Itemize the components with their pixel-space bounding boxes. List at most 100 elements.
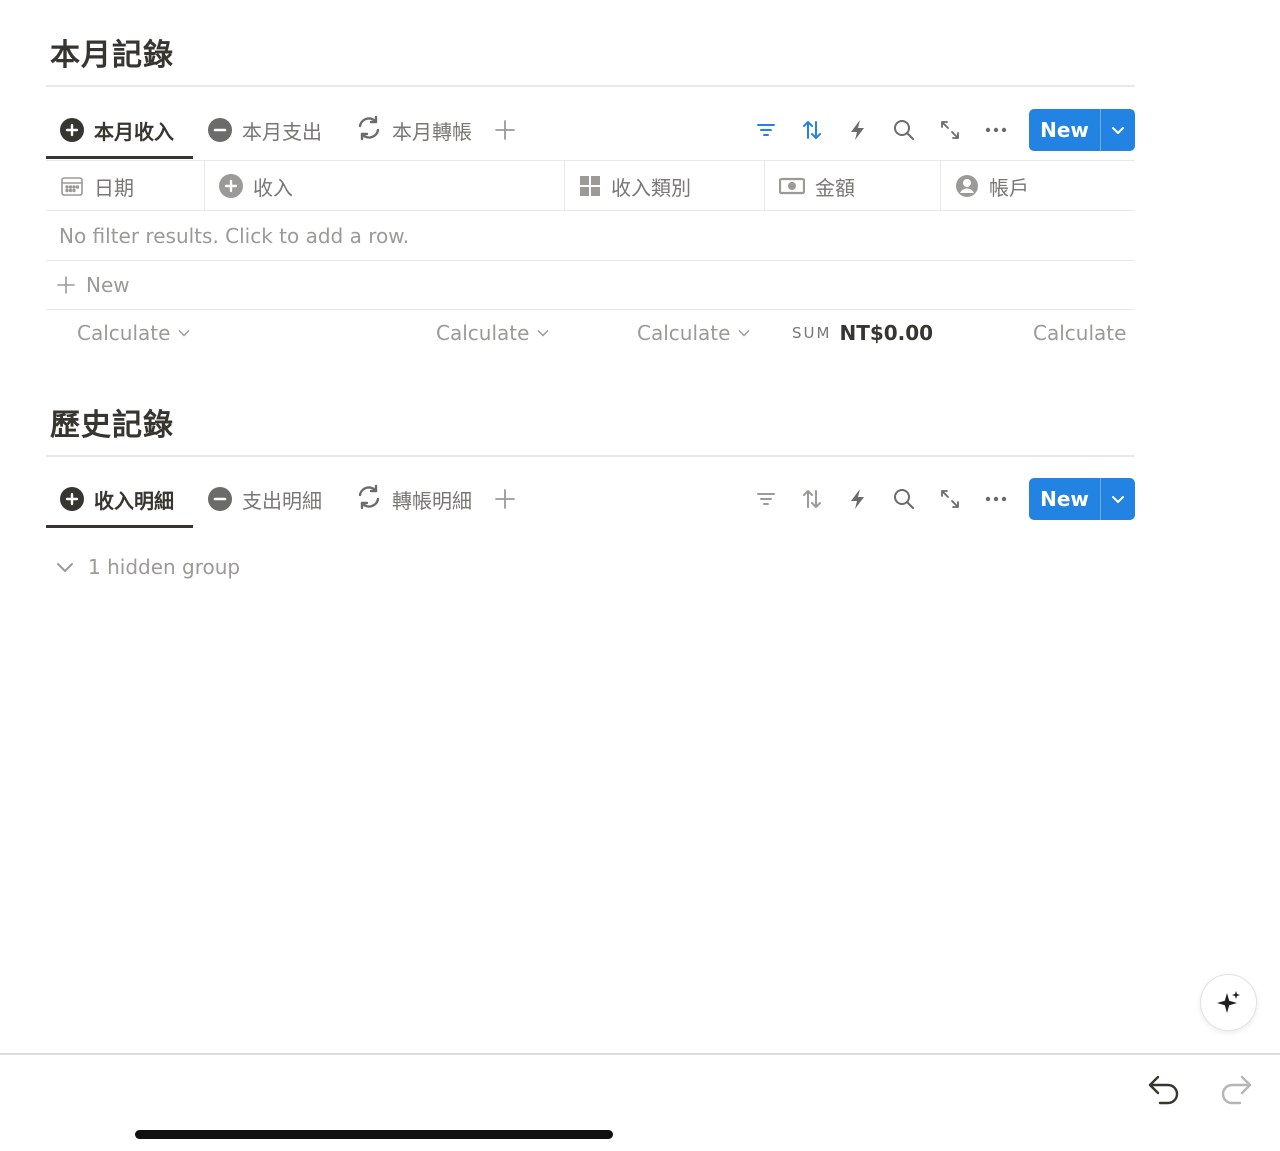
chevron-down-icon [738, 329, 750, 337]
calculate-amount-sum[interactable]: SUM NT$0.00 [792, 321, 933, 345]
new-button-label[interactable]: New [1029, 109, 1101, 151]
tab-label: 本月支出 [242, 119, 322, 144]
redo-button[interactable] [1216, 1070, 1256, 1110]
filter-button[interactable] [743, 479, 789, 519]
plus-circle-icon [219, 174, 243, 198]
redo-icon [1221, 1075, 1252, 1105]
filter-button[interactable] [743, 110, 789, 150]
toolbar-history: New [743, 470, 1135, 528]
minus-circle-icon [208, 118, 232, 142]
sparkle-icon [1216, 990, 1240, 1013]
ai-assistant-button[interactable] [1200, 974, 1257, 1031]
calculate-label: Calculate [77, 321, 171, 345]
add-view-button[interactable] [494, 101, 516, 159]
tab-monthly-expense[interactable]: 本月支出 [194, 101, 336, 159]
chevron-down-icon [178, 329, 190, 337]
refresh-icon [356, 115, 382, 146]
sort-icon [803, 121, 821, 139]
more-icon [985, 127, 1007, 133]
header-divider [46, 210, 1135, 211]
new-record-button[interactable]: New [1029, 109, 1135, 151]
more-icon [985, 496, 1007, 502]
column-label: 收入類別 [611, 175, 691, 200]
plus-circle-icon [60, 118, 84, 142]
bottom-toolbar-divider [0, 1053, 1280, 1055]
calculate-label: Calculate [1033, 321, 1127, 345]
add-view-button[interactable] [494, 470, 516, 528]
chevron-down-icon [537, 329, 549, 337]
column-label: 金額 [815, 175, 855, 200]
tab-label: 轉帳明細 [392, 488, 472, 513]
calculate-label: Calculate [436, 321, 530, 345]
sum-value: NT$0.00 [839, 321, 934, 345]
undo-button[interactable] [1144, 1070, 1184, 1110]
money-icon [779, 177, 805, 195]
new-record-button[interactable]: New [1029, 478, 1135, 520]
chevron-down-icon [1112, 127, 1124, 134]
section-title-history: 歷史記錄 [50, 408, 174, 443]
grid-icon [580, 176, 600, 196]
plus-icon [57, 276, 75, 294]
automation-button[interactable] [835, 110, 881, 150]
new-button-dropdown[interactable] [1101, 478, 1135, 520]
section-divider [46, 455, 1135, 457]
column-label: 收入 [253, 175, 293, 200]
calculate-date[interactable]: Calculate [77, 321, 190, 345]
tab-monthly-income[interactable]: 本月收入 [46, 101, 193, 159]
filter-icon [757, 124, 775, 136]
expand-button[interactable] [927, 479, 973, 519]
chevron-down-icon [57, 563, 73, 572]
expand-button[interactable] [927, 110, 973, 150]
section-divider [46, 85, 1135, 87]
home-indicator [135, 1130, 613, 1139]
more-button[interactable] [973, 110, 1019, 150]
section-title-current: 本月記錄 [50, 38, 174, 73]
sort-button[interactable] [789, 110, 835, 150]
search-icon [894, 120, 914, 140]
tab-label: 本月收入 [94, 119, 174, 144]
sort-icon [803, 490, 821, 508]
expand-icon [941, 121, 959, 139]
calculate-category[interactable]: Calculate [637, 321, 750, 345]
search-button[interactable] [881, 479, 927, 519]
column-label: 帳戶 [989, 175, 1029, 200]
sort-button[interactable] [789, 479, 835, 519]
automation-button[interactable] [835, 479, 881, 519]
new-button-dropdown[interactable] [1101, 109, 1135, 151]
empty-results-message[interactable]: No filter results. Click to add a row. [59, 224, 409, 248]
new-button-label[interactable]: New [1029, 478, 1101, 520]
person-icon [956, 175, 978, 197]
lightning-icon [851, 489, 864, 509]
search-icon [894, 489, 914, 509]
refresh-icon [356, 484, 382, 515]
calculate-income[interactable]: Calculate [436, 321, 549, 345]
plus-icon [495, 120, 515, 140]
calculate-account[interactable]: Calculate [1033, 321, 1126, 345]
column-header-amount[interactable]: 金額 [765, 161, 941, 211]
tab-transfer-detail[interactable]: 轉帳明細 [342, 470, 486, 528]
tab-monthly-transfer[interactable]: 本月轉帳 [342, 101, 486, 159]
tab-label: 收入明細 [94, 488, 174, 513]
column-label: 日期 [94, 175, 134, 200]
new-row-button[interactable]: New [56, 273, 130, 297]
expand-icon [941, 490, 959, 508]
tab-expense-detail[interactable]: 支出明細 [194, 470, 336, 528]
filter-icon [757, 493, 775, 505]
undo-icon [1148, 1075, 1179, 1105]
chevron-down-icon [1112, 496, 1124, 503]
row-divider [46, 309, 1135, 310]
tab-income-detail[interactable]: 收入明細 [46, 470, 193, 528]
calculate-label: Calculate [637, 321, 731, 345]
more-button[interactable] [973, 479, 1019, 519]
tab-label: 本月轉帳 [392, 119, 472, 144]
hidden-group-toggle[interactable]: 1 hidden group [56, 555, 240, 579]
plus-circle-icon [60, 487, 84, 511]
minus-circle-icon [208, 487, 232, 511]
search-button[interactable] [881, 110, 927, 150]
column-header-account[interactable]: 帳戶 [941, 161, 1135, 211]
column-header-income[interactable]: 收入 [205, 161, 564, 211]
column-header-date[interactable]: 日期 [46, 161, 204, 211]
toolbar-current: New [743, 101, 1135, 159]
view-tabbar-current: 本月收入 本月支出 本月轉帳 New [46, 101, 1135, 159]
column-header-category[interactable]: 收入類別 [565, 161, 765, 211]
